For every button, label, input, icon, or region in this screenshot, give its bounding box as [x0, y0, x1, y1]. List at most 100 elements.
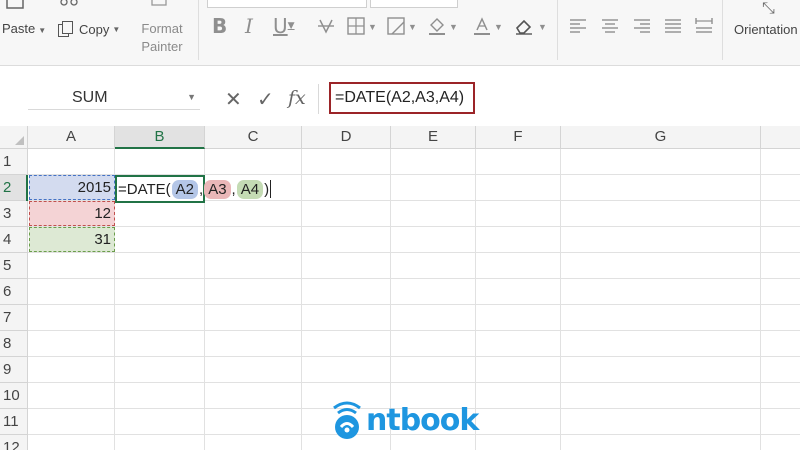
format-painter-line2: Painter [141, 39, 183, 54]
select-all-button[interactable] [0, 126, 28, 149]
row-header-6[interactable]: 6 [0, 279, 28, 305]
grid-line [28, 382, 800, 383]
row-header-4[interactable]: 4 [0, 227, 28, 253]
insert-function-icon[interactable]: fx [288, 87, 306, 109]
cell-a2[interactable]: 2015 [29, 179, 111, 196]
name-box-dropdown-icon[interactable]: ▼ [187, 92, 196, 102]
edit-separator: , [231, 180, 236, 198]
grid-line [28, 226, 800, 227]
edit-ref-a2: A2 [171, 179, 199, 199]
column-header-a[interactable]: A [28, 126, 115, 149]
orientation-icon[interactable]: ⤡ [762, 0, 775, 18]
edit-separator: , [199, 180, 204, 198]
bold-button[interactable]: B [212, 12, 227, 40]
align-center-icon[interactable] [600, 16, 620, 36]
grid-line [28, 278, 800, 279]
name-box-value: SUM [72, 89, 108, 106]
fill-color-icon[interactable] [427, 16, 447, 36]
edit-ref-a4: A4 [236, 179, 264, 199]
cell-a3[interactable]: 12 [29, 205, 111, 222]
align-right-icon[interactable] [632, 16, 652, 36]
grid-line [301, 149, 302, 450]
row-header-5[interactable]: 5 [0, 253, 28, 279]
grid-line [28, 304, 800, 305]
italic-label: I [245, 14, 253, 38]
edit-ref-a3: A3 [204, 179, 231, 199]
row-header-2[interactable]: 2 [0, 175, 28, 201]
distributed-align-icon[interactable] [694, 16, 714, 36]
ntbook-logo-icon [333, 401, 361, 439]
ribbon: Paste ▼ Copy ▼ Format Painter B I U ▼ ▼ ▼ [0, 0, 800, 66]
column-header-h[interactable] [761, 126, 800, 149]
borders-icon[interactable] [346, 16, 366, 36]
borders-dropdown-icon[interactable]: ▼ [368, 22, 377, 32]
ribbon-divider [557, 0, 558, 60]
font-color-icon[interactable] [472, 16, 492, 36]
text-caret [270, 180, 272, 198]
column-header-d[interactable]: D [302, 126, 391, 149]
row-header-8[interactable]: 8 [0, 331, 28, 357]
row-header-11[interactable]: 11 [0, 409, 28, 435]
font-size-box[interactable] [370, 0, 458, 8]
column-header-b[interactable]: B [115, 126, 205, 149]
cell-b2-editor[interactable]: =DATE( A2 , A3 , A4 ) [118, 177, 272, 201]
grid-line [760, 149, 761, 450]
copy-button[interactable]: Copy ▼ [58, 21, 120, 38]
format-painter-button[interactable]: Format Painter [136, 20, 188, 56]
row-header-9[interactable]: 9 [0, 357, 28, 383]
cell-a4[interactable]: 31 [29, 231, 111, 248]
justify-icon[interactable] [663, 16, 683, 36]
eraser-dropdown-icon[interactable]: ▼ [538, 22, 547, 32]
ribbon-divider [198, 0, 199, 60]
row-header-1[interactable]: 1 [0, 149, 28, 175]
diagonal-border-icon[interactable] [386, 16, 406, 36]
edit-prefix: =DATE( [118, 180, 171, 198]
eraser-icon[interactable] [514, 16, 534, 36]
underline-button[interactable]: U ▼ [273, 12, 295, 40]
formula-input[interactable]: =DATE(A2,A3,A4) [329, 82, 475, 114]
orientation-label: Orientation [734, 22, 798, 37]
format-painter-icon [151, 0, 167, 6]
enter-icon[interactable]: ✓ [257, 87, 274, 111]
grid-line [28, 252, 800, 253]
font-color-dropdown-icon[interactable]: ▼ [494, 22, 503, 32]
ribbon-divider [722, 0, 723, 60]
paste-icon [6, 0, 24, 9]
row-header-3[interactable]: 3 [0, 201, 28, 227]
strikethrough-icon[interactable] [316, 16, 336, 36]
underline-label: U [273, 14, 288, 38]
name-box[interactable]: SUM ▼ [28, 86, 200, 110]
underline-dropdown-icon[interactable]: ▼ [288, 21, 295, 31]
paste-dropdown-icon[interactable]: ▼ [38, 26, 46, 35]
align-left-icon[interactable] [568, 16, 588, 36]
paste-label: Paste [2, 21, 36, 36]
formula-bar-divider [318, 84, 319, 114]
grid-line [560, 149, 561, 450]
watermark-text: ntbook [366, 402, 479, 438]
cut-icon[interactable] [58, 0, 88, 10]
grid-line [28, 356, 800, 357]
row-header-12[interactable]: 12 [0, 435, 28, 450]
fill-color-dropdown-icon[interactable]: ▼ [449, 22, 458, 32]
copy-label: Copy [79, 21, 110, 37]
paste-button[interactable]: Paste ▼ [2, 21, 46, 39]
orientation-button[interactable]: Orientation [734, 22, 798, 37]
grid-line [28, 330, 800, 331]
edit-suffix: ) [264, 180, 270, 198]
column-header-g[interactable]: G [561, 126, 761, 149]
font-name-box[interactable] [207, 0, 367, 8]
format-painter-line1: Format [141, 21, 183, 36]
column-header-f[interactable]: F [476, 126, 561, 149]
copy-dropdown-icon[interactable]: ▼ [112, 22, 120, 38]
cancel-icon[interactable]: ✕ [225, 87, 242, 111]
column-header-c[interactable]: C [205, 126, 302, 149]
row-header-7[interactable]: 7 [0, 305, 28, 331]
column-header-e[interactable]: E [391, 126, 476, 149]
ntbook-watermark: ntbook [330, 400, 479, 440]
diagonal-border-dropdown-icon[interactable]: ▼ [408, 22, 417, 32]
italic-button[interactable]: I [245, 12, 253, 40]
copy-icon [58, 21, 74, 38]
row-header-10[interactable]: 10 [0, 383, 28, 409]
bold-label: B [212, 14, 228, 38]
formula-bar: SUM ▼ ✕ ✓ fx =DATE(A2,A3,A4) [0, 66, 800, 126]
